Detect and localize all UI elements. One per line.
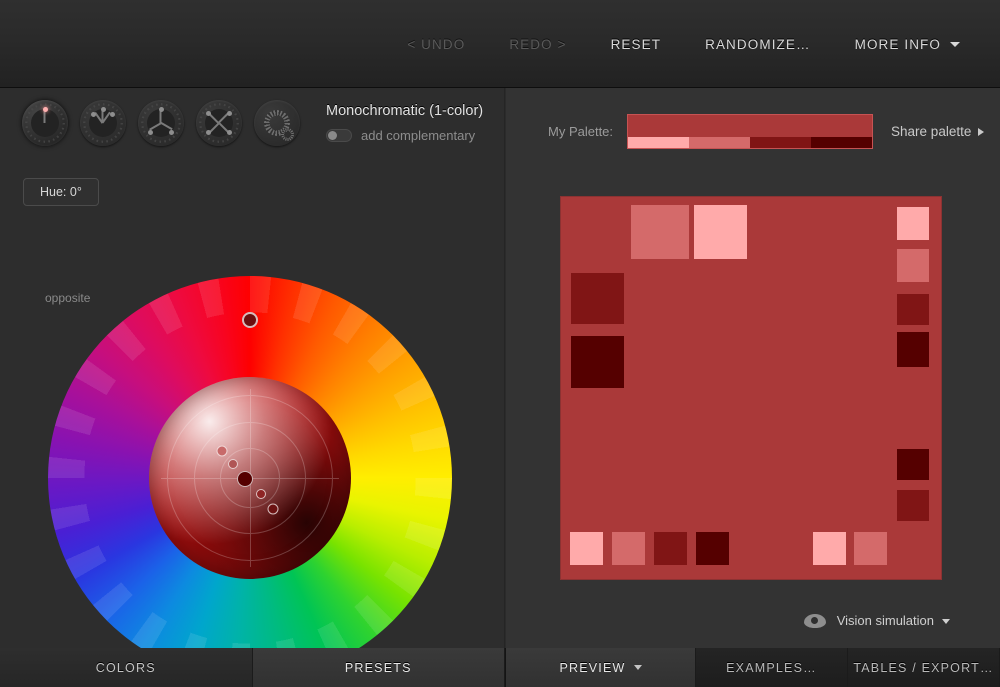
scheme-icon-triad[interactable]	[138, 100, 184, 146]
preview-swatch[interactable]	[897, 332, 929, 367]
preview-swatch[interactable]	[571, 336, 624, 388]
eye-icon	[803, 613, 826, 628]
top-toolbar: < UNDO REDO > RESET RANDOMIZE… MORE INFO	[0, 0, 1000, 88]
preview-swatch[interactable]	[897, 249, 929, 282]
preview-swatch[interactable]	[571, 273, 624, 324]
dial-dot-icon	[91, 112, 96, 117]
dial-dot-icon	[158, 107, 164, 112]
tab-colors[interactable]: COLORS	[0, 648, 253, 687]
left-panel: Monochromatic (1-color) add complementar…	[0, 88, 505, 686]
preview-swatch[interactable]	[570, 532, 603, 565]
preview-swatch[interactable]	[897, 294, 929, 325]
reset-button[interactable]: RESET	[589, 31, 684, 58]
vision-simulation-row: Vision simulation	[837, 613, 950, 628]
chevron-down-icon	[942, 619, 950, 625]
dial-dot-icon	[148, 130, 153, 135]
hue-marker[interactable]	[242, 312, 258, 328]
dial-dot-icon	[42, 107, 48, 112]
preview-swatch[interactable]	[897, 207, 929, 240]
tab-presets-label: PRESETS	[344, 660, 412, 675]
tab-examples[interactable]: EXAMPLES…	[696, 648, 848, 687]
scheme-selector: Monochromatic (1-color) add complementar…	[22, 100, 483, 146]
dial-dot-icon	[206, 111, 211, 116]
more-info-button[interactable]: MORE INFO	[833, 31, 982, 58]
chevron-down-icon	[950, 42, 960, 48]
dial-dot-icon	[110, 112, 115, 117]
preview-swatch[interactable]	[654, 532, 687, 565]
scheme-marker-light-1[interactable]	[227, 458, 238, 469]
tab-examples-label: EXAMPLES…	[726, 660, 817, 675]
add-complementary-label: add complementary	[361, 128, 476, 143]
chevron-down-icon	[633, 665, 642, 670]
toolbar-actions: < UNDO REDO > RESET RANDOMIZE… MORE INFO	[385, 0, 982, 88]
color-wheel[interactable]	[48, 276, 452, 680]
palette-sub-swatch[interactable]	[628, 137, 690, 148]
palette-main-swatch[interactable]	[628, 115, 873, 137]
left-tabs: COLORS PRESETS	[0, 648, 505, 687]
dial-dot-icon	[227, 111, 232, 116]
my-palette-row: My Palette: Share palette	[548, 114, 985, 149]
tab-preview[interactable]: PREVIEW	[506, 648, 696, 687]
tab-presets[interactable]: PRESETS	[252, 648, 505, 687]
undo-button[interactable]: < UNDO	[385, 31, 487, 58]
scheme-icon-custom[interactable]	[254, 100, 300, 146]
scheme-info: Monochromatic (1-color) add complementar…	[326, 103, 483, 143]
tab-tables-export[interactable]: TABLES / EXPORT…	[848, 648, 1000, 687]
scheme-icon-mono[interactable]	[22, 100, 68, 146]
arrow-right-icon	[978, 128, 985, 137]
preview-swatch[interactable]	[813, 532, 846, 565]
preview-swatch[interactable]	[612, 532, 645, 565]
dial-dot-icon	[100, 107, 106, 112]
gear-small-icon	[281, 128, 294, 141]
preview-swatch[interactable]	[696, 532, 729, 565]
randomize-button[interactable]: RANDOMIZE…	[683, 31, 833, 58]
preview-swatch[interactable]	[854, 532, 887, 565]
tab-preview-label: PREVIEW	[559, 660, 626, 675]
toggle-knob	[328, 131, 337, 140]
dial-dot-icon	[169, 130, 174, 135]
dial-dot-icon	[206, 130, 211, 135]
scheme-marker-light-2[interactable]	[216, 445, 228, 457]
scheme-name-label: Monochromatic (1-color)	[326, 103, 484, 119]
tab-colors-label: COLORS	[95, 660, 156, 675]
preview-swatch[interactable]	[631, 205, 689, 259]
more-info-label: MORE INFO	[854, 36, 941, 52]
add-complementary-row[interactable]: add complementary	[326, 128, 483, 143]
preview-swatch[interactable]	[897, 490, 929, 521]
palette-sub-swatch[interactable]	[750, 137, 812, 148]
scheme-icon-complement[interactable]	[80, 100, 126, 146]
scheme-marker-dark-1[interactable]	[256, 489, 267, 500]
right-tabs: PREVIEW EXAMPLES… TABLES / EXPORT…	[506, 648, 1000, 687]
vision-simulation-label: Vision simulation	[836, 613, 934, 628]
palette-strip[interactable]	[627, 114, 874, 149]
add-complementary-toggle[interactable]	[326, 129, 352, 142]
right-panel: My Palette: Share palette Vision simulat…	[506, 88, 1000, 648]
share-palette-button[interactable]: Share palette	[891, 124, 985, 139]
palette-sub-swatches[interactable]	[628, 137, 873, 148]
color-scheme-designer-app: < UNDO REDO > RESET RANDOMIZE… MORE INFO	[0, 0, 1000, 687]
scheme-marker-dark-2[interactable]	[267, 503, 279, 515]
hue-readout[interactable]: Hue: 0°	[23, 178, 99, 206]
scheme-icon-tetrad[interactable]	[196, 100, 242, 146]
palette-sub-swatch[interactable]	[689, 137, 751, 148]
tab-tables-export-label: TABLES / EXPORT…	[853, 660, 994, 675]
my-palette-label: My Palette:	[548, 124, 614, 139]
redo-button[interactable]: REDO >	[487, 31, 588, 58]
hue-value-label: Hue: 0°	[40, 185, 82, 199]
vision-simulation-button[interactable]: Vision simulation	[803, 613, 950, 628]
dial-dot-icon	[227, 130, 232, 135]
preview-swatch[interactable]	[897, 449, 929, 480]
preview-canvas[interactable]	[560, 196, 942, 580]
scheme-marker-base[interactable]	[236, 471, 253, 487]
preview-swatch[interactable]	[694, 205, 747, 259]
share-palette-label: Share palette	[891, 124, 972, 139]
palette-sub-swatch[interactable]	[811, 137, 873, 148]
